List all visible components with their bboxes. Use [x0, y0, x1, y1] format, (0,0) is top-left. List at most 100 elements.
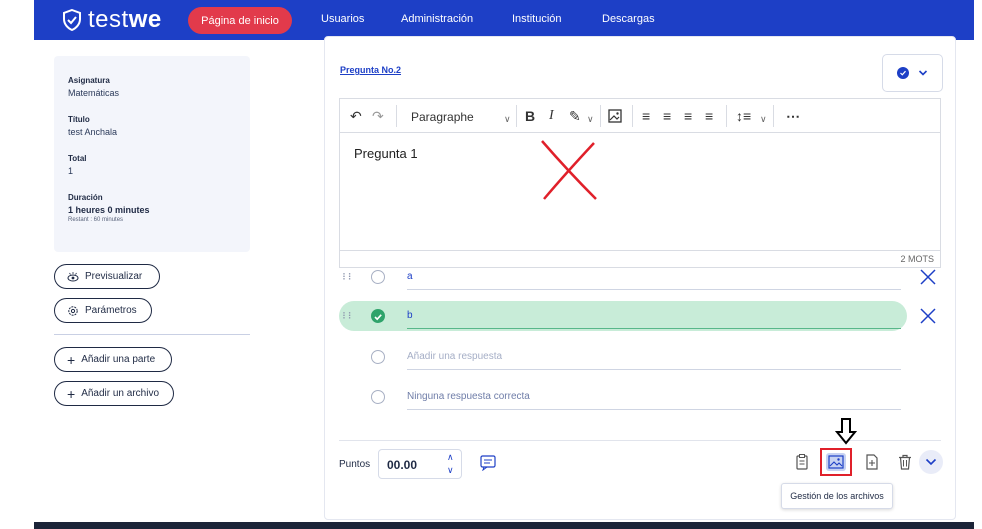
plus-icon: + [67, 351, 76, 368]
nav-item-administration[interactable]: Administración [401, 13, 473, 25]
answer-radio [371, 350, 385, 364]
answer-row[interactable]: ⠇⠇ a [339, 262, 907, 292]
chevron-down-icon[interactable]: ∨ [587, 111, 594, 127]
answer-radio[interactable] [371, 390, 385, 404]
chevron-down-icon [925, 458, 937, 466]
collapse-button[interactable] [919, 450, 943, 474]
eye-icon [67, 271, 79, 281]
toolbar-divider [773, 105, 774, 127]
answer-underline [407, 289, 901, 290]
add-answer-placeholder[interactable]: Añadir una respuesta [407, 351, 502, 362]
toolbar-divider [600, 105, 601, 127]
toolbar-divider [632, 105, 633, 127]
total-value: 1 [68, 166, 74, 176]
arrow-down-annotation [835, 418, 857, 445]
trash-icon[interactable] [896, 453, 914, 471]
top-nav-bar: testwe Página de inicio Usuarios Adminis… [34, 0, 974, 40]
comment-icon[interactable] [479, 453, 497, 471]
duration-info: Duración 1 heures 0 minutes Restant : 60… [68, 193, 236, 223]
chevron-down-icon [918, 70, 928, 76]
plus-icon: + [67, 385, 76, 402]
settings-button[interactable]: Parámetros [54, 298, 152, 323]
toolbar-divider [516, 105, 517, 127]
line-height-icon[interactable]: ↕≡ [736, 108, 751, 124]
toolbar-divider [396, 105, 397, 127]
align-right-icon[interactable]: ≡ [684, 108, 692, 124]
align-left-icon[interactable]: ≡ [642, 108, 650, 124]
exam-info-card: Asignatura Matemáticas Título test Ancha… [54, 56, 250, 252]
drag-handle-icon[interactable]: ⠇⠇ [342, 311, 354, 322]
toolbar-divider [726, 105, 727, 127]
testwe-logo[interactable]: testwe [62, 6, 162, 34]
answer-text[interactable]: b [407, 310, 413, 321]
file-management-tooltip: Gestión de los archivos [781, 483, 893, 509]
chevron-down-icon[interactable]: ∨ [504, 111, 511, 127]
question-title[interactable]: Pregunta No.2 [340, 65, 401, 75]
points-value[interactable]: 00.00 [387, 458, 417, 472]
check-circle-icon [897, 67, 909, 79]
total-info: Total 1 [68, 154, 236, 176]
italic-icon[interactable]: I [549, 108, 554, 124]
paragraph-style-select[interactable]: Paragraphe [411, 110, 474, 124]
more-options-icon[interactable]: ⋯ [786, 108, 800, 124]
nav-item-users[interactable]: Usuarios [321, 13, 364, 25]
chevron-down-icon[interactable]: ∨ [760, 111, 767, 127]
add-part-label: Añadir una parte [81, 354, 156, 365]
nav-item-institution[interactable]: Institución [512, 13, 562, 25]
delete-answer-icon[interactable] [919, 268, 937, 286]
settings-label: Parámetros [85, 305, 137, 316]
add-file-button[interactable]: + Añadir un archivo [54, 381, 174, 406]
file-management-button[interactable] [820, 448, 852, 476]
decrement-icon[interactable]: ∨ [447, 465, 454, 476]
insert-image-icon[interactable] [608, 109, 622, 123]
add-answer-row[interactable]: Añadir una respuesta [339, 342, 907, 372]
check-icon [374, 314, 382, 321]
left-divider [54, 334, 250, 335]
title-label: Título [68, 115, 90, 124]
shield-check-icon [63, 9, 81, 31]
add-file-label: Añadir un archivo [81, 388, 160, 399]
preview-button[interactable]: Previsualizar [54, 264, 160, 289]
subject-value: Matemáticas [68, 88, 120, 98]
subject-label: Asignatura [68, 76, 110, 85]
nav-home-button[interactable]: Página de inicio [188, 7, 292, 34]
drag-handle-icon[interactable]: ⠇⠇ [342, 272, 354, 283]
highlight-pen-icon[interactable]: ✎ [569, 108, 581, 124]
editor-toolbar: ↶ ↷ Paragraphe ∨ B I ✎ ∨ ≡ ≡ ≡ ≡ ↕≡ ∨ ⋯ [340, 99, 940, 133]
remaining-time: Restant : 60 minutes [68, 217, 124, 223]
align-center-icon[interactable]: ≡ [663, 108, 671, 124]
brand-name: testwe [88, 6, 162, 33]
bold-icon[interactable]: B [525, 108, 535, 124]
image-gallery-icon [828, 455, 844, 469]
no-correct-answer-label[interactable]: Ninguna respuesta correcta [407, 391, 530, 402]
title-info: Título test Anchala [68, 115, 236, 137]
title-value: test Anchala [68, 127, 118, 137]
nav-item-downloads[interactable]: Descargas [602, 13, 655, 25]
answer-text[interactable]: a [407, 271, 413, 282]
add-part-button[interactable]: + Añadir una parte [54, 347, 172, 372]
answer-underline [407, 409, 901, 410]
answer-underline [407, 369, 901, 370]
question-editor[interactable]: ↶ ↷ Paragraphe ∨ B I ✎ ∨ ≡ ≡ ≡ ≡ ↕≡ ∨ ⋯ … [339, 98, 941, 268]
delete-answer-icon[interactable] [919, 307, 937, 325]
add-file-icon[interactable] [863, 453, 881, 471]
total-label: Total [68, 154, 87, 163]
increment-icon[interactable]: ∧ [447, 452, 454, 463]
answer-underline [407, 328, 901, 329]
answer-row-correct[interactable]: ⠇⠇ b [339, 301, 907, 331]
answer-radio-checked[interactable] [371, 309, 385, 323]
undo-icon[interactable]: ↶ [350, 108, 362, 124]
bottom-band [34, 522, 974, 529]
no-correct-answer-row[interactable]: Ninguna respuesta correcta [339, 382, 907, 412]
editor-content[interactable]: Pregunta 1 [354, 146, 418, 161]
align-justify-icon[interactable]: ≡ [705, 108, 713, 124]
question-card: Pregunta No.2 ↶ ↷ Paragraphe ∨ B I ✎ ∨ ≡… [324, 36, 956, 520]
duration-label: Duración [68, 193, 103, 202]
redo-icon[interactable]: ↷ [372, 108, 384, 124]
answer-radio[interactable] [371, 270, 385, 284]
gear-icon [68, 305, 78, 316]
preview-label: Previsualizar [85, 271, 143, 282]
clipboard-icon[interactable] [793, 453, 811, 471]
question-type-dropdown[interactable] [882, 54, 943, 92]
points-input[interactable]: 00.00 ∧ ∨ [378, 449, 462, 479]
